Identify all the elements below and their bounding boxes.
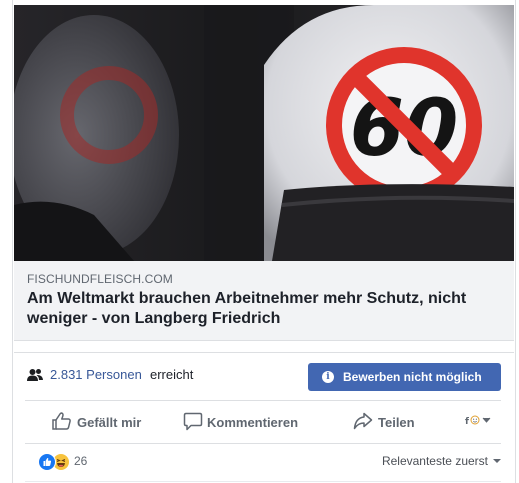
reach-count[interactable]: 2.831 Personen [50, 367, 142, 382]
divider [25, 481, 501, 482]
share-icon [353, 412, 373, 430]
comment-button[interactable]: Kommentieren [183, 401, 313, 443]
reach-row: 2.831 Personen erreicht i Bewerben nicht… [14, 352, 514, 399]
comment-sort-dropdown[interactable]: Relevanteste zuerst [382, 454, 501, 468]
comment-icon [183, 412, 203, 431]
comment-label: Kommentieren [207, 415, 299, 430]
link-preview-image[interactable]: 60 [14, 5, 514, 261]
action-bar: Gefällt mir Kommentieren Teilen f [25, 400, 501, 444]
like-label: Gefällt mir [77, 415, 142, 430]
comment-sort-label: Relevanteste zuerst [381, 454, 488, 468]
people-icon [27, 369, 43, 381]
like-reaction-icon[interactable] [38, 453, 56, 471]
info-icon: i [322, 371, 334, 383]
share-label: Teilen [378, 415, 415, 430]
share-button[interactable]: Teilen [353, 401, 433, 443]
boost-button[interactable]: i Bewerben nicht möglich [308, 363, 501, 391]
link-headline[interactable]: Am Weltmarkt brauchen Arbeitnehmer mehr … [27, 289, 497, 329]
reactions-row: 26 Relevanteste zuerst [25, 443, 501, 481]
post-card: 60 FISCHUNDFLEISCH.COM Am Weltmarkt brau… [12, 0, 516, 483]
boost-button-label: Bewerben nicht möglich [343, 370, 482, 384]
reach-label: erreicht [150, 367, 194, 382]
link-domain: FISCHUNDFLEISCH.COM [27, 272, 173, 286]
emoji-icon: f [465, 415, 491, 427]
svg-text:f: f [465, 417, 469, 427]
like-button[interactable]: Gefällt mir [52, 401, 162, 443]
hero-photo: 60 [14, 5, 514, 261]
thumbs-up-icon [52, 412, 71, 430]
chevron-down-icon [493, 459, 501, 463]
reaction-count[interactable]: 26 [74, 454, 87, 468]
reaction-selector[interactable]: f [465, 401, 501, 443]
link-preview[interactable]: FISCHUNDFLEISCH.COM Am Weltmarkt brauche… [14, 261, 514, 341]
